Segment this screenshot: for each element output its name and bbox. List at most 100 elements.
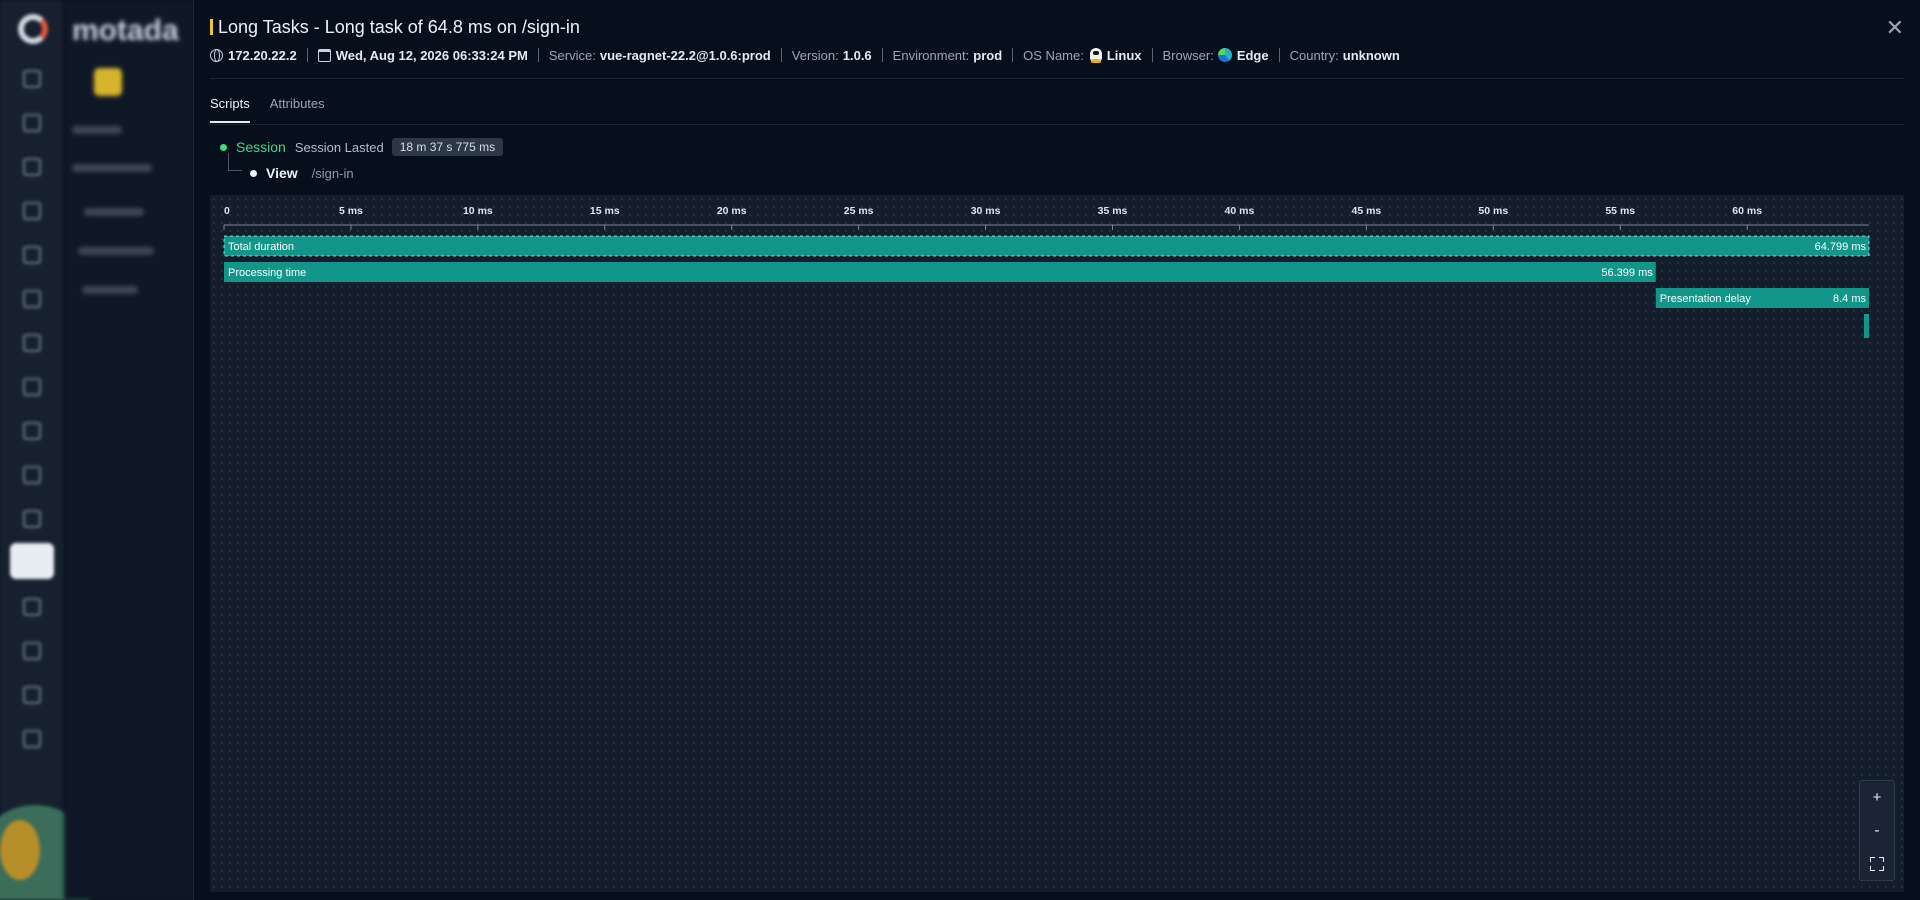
project-avatar xyxy=(94,68,122,96)
x-axis-tick-label: 55 ms xyxy=(1605,205,1635,217)
background-nav-rail xyxy=(0,0,90,900)
nav-icon xyxy=(23,334,41,352)
meta-row: 172.20.22.2 Wed, Aug 12, 2026 06:33:24 P… xyxy=(210,46,1904,64)
x-axis-tick-label: 40 ms xyxy=(1225,205,1255,217)
zoom-in-button[interactable]: + xyxy=(1863,784,1891,812)
bar-label: Processing time xyxy=(228,267,306,279)
tabs-divider xyxy=(210,124,1904,125)
divider xyxy=(881,48,883,62)
os-value: Linux xyxy=(1106,47,1142,63)
sidebar-placeholder xyxy=(78,247,154,255)
edge-icon xyxy=(1217,48,1232,62)
service-key: Service: xyxy=(548,47,596,63)
nav-icon xyxy=(23,378,41,396)
x-axis-tick-label: 25 ms xyxy=(844,205,874,217)
x-axis-tick-label: 20 ms xyxy=(717,205,747,217)
nav-icon xyxy=(23,202,41,220)
zoom-out-button[interactable]: - xyxy=(1863,817,1891,845)
linux-icon xyxy=(1089,48,1102,63)
x-axis-tick-label: 5 ms xyxy=(339,205,363,217)
version-value: 1.0.6 xyxy=(842,47,872,63)
marker-bar xyxy=(1863,314,1869,338)
x-axis-tick-label: 15 ms xyxy=(590,205,620,217)
environment-key: Environment: xyxy=(892,47,970,63)
close-icon[interactable]: ✕ xyxy=(1886,17,1904,39)
service-value: vue-ragnet-22.2@1.0.6:prod xyxy=(599,47,771,63)
processing-time-bar xyxy=(224,262,1656,282)
sidebar-placeholder xyxy=(84,208,144,216)
x-axis-tick-label: 30 ms xyxy=(971,205,1001,217)
nav-icon xyxy=(23,642,41,660)
sidebar-placeholder xyxy=(72,164,152,172)
view-row[interactable]: View /sign-in xyxy=(228,153,503,183)
nav-icon-active xyxy=(10,543,54,579)
nav-icon xyxy=(23,686,41,704)
bar-value-label: 64.799 ms xyxy=(1815,241,1867,253)
divider xyxy=(306,48,308,62)
session-row[interactable]: Session Session Lasted 18 m 37 s 775 ms xyxy=(220,137,504,157)
calendar-icon xyxy=(317,48,331,62)
fullscreen-icon xyxy=(1870,856,1884,871)
tree-connector xyxy=(228,153,242,171)
divider xyxy=(1012,48,1014,62)
nav-icon xyxy=(23,246,41,264)
bar-label: Total duration xyxy=(228,241,294,253)
tab-scripts[interactable]: Scripts xyxy=(210,96,250,123)
long-task-drawer: Long Tasks - Long task of 64.8 ms on /si… xyxy=(193,0,1920,900)
title-accent xyxy=(210,19,213,35)
timeline-chart[interactable]: 0 5 ms 10 ms 15 ms 20 ms 25 ms 30 ms 35 ms 40 ms… xyxy=(210,195,1904,892)
bar-value-label: 8.4 ms xyxy=(1833,293,1867,305)
nav-icon xyxy=(23,290,41,308)
x-axis-tick-label: 0 xyxy=(224,205,230,217)
x-axis-tick-label: 60 ms xyxy=(1732,205,1762,217)
nav-icon xyxy=(23,158,41,176)
timeline-svg: 0 5 ms 10 ms 15 ms 20 ms 25 ms 30 ms 35 ms 40 ms… xyxy=(223,205,1870,338)
sidebar-placeholder xyxy=(72,126,122,134)
x-axis-tick-label: 10 ms xyxy=(463,205,493,217)
drawer-header: Long Tasks - Long task of 64.8 ms on /si… xyxy=(210,16,1904,64)
nav-icon xyxy=(23,598,41,616)
avatar-accent xyxy=(0,820,40,880)
session-tree: Session Session Lasted 18 m 37 s 775 ms … xyxy=(220,137,504,183)
divider xyxy=(1151,48,1153,62)
browser-key: Browser: xyxy=(1162,47,1214,63)
sidebar-placeholder xyxy=(82,286,138,294)
divider xyxy=(780,48,782,62)
country-key: Country: xyxy=(1289,47,1339,63)
session-label: Session xyxy=(236,139,286,155)
datetime-value: Wed, Aug 12, 2026 06:33:24 PM xyxy=(335,47,528,63)
divider xyxy=(537,48,539,62)
x-axis-tick-label: 35 ms xyxy=(1098,205,1128,217)
zoom-controls: + - xyxy=(1859,780,1895,881)
fullscreen-button[interactable] xyxy=(1863,850,1891,878)
bar-label: Presentation delay xyxy=(1660,293,1752,305)
nav-icon xyxy=(23,70,41,88)
country-value: unknown xyxy=(1342,47,1400,63)
app-logo-icon xyxy=(18,14,48,44)
os-key: OS Name: xyxy=(1023,47,1084,63)
x-axis-tick-label: 45 ms xyxy=(1351,205,1381,217)
view-label: View xyxy=(266,165,298,181)
bar-value-label: 56.399 ms xyxy=(1601,267,1653,279)
nav-icon xyxy=(23,730,41,748)
view-dot xyxy=(250,169,257,177)
ip-value: 172.20.22.2 xyxy=(228,47,297,63)
globe-icon xyxy=(210,48,223,62)
nav-icon xyxy=(23,466,41,484)
environment-value: prod xyxy=(973,47,1003,63)
nav-icon xyxy=(23,510,41,528)
background-sidebar: motada xyxy=(64,0,194,900)
brand-name: motada xyxy=(72,14,179,47)
view-path: /sign-in xyxy=(311,165,354,181)
nav-icon xyxy=(23,114,41,132)
session-lasted-label: Session Lasted xyxy=(294,139,384,155)
tab-attributes[interactable]: Attributes xyxy=(270,96,325,123)
session-status-dot xyxy=(220,143,227,151)
session-duration-badge: 18 m 37 s 775 ms xyxy=(391,138,504,156)
tab-bar: Scripts Attributes xyxy=(210,96,345,123)
divider xyxy=(1278,48,1280,62)
nav-icon xyxy=(23,422,41,440)
header-divider xyxy=(210,78,1904,79)
x-axis-tick-label: 50 ms xyxy=(1478,205,1508,217)
browser-value: Edge xyxy=(1236,47,1269,63)
